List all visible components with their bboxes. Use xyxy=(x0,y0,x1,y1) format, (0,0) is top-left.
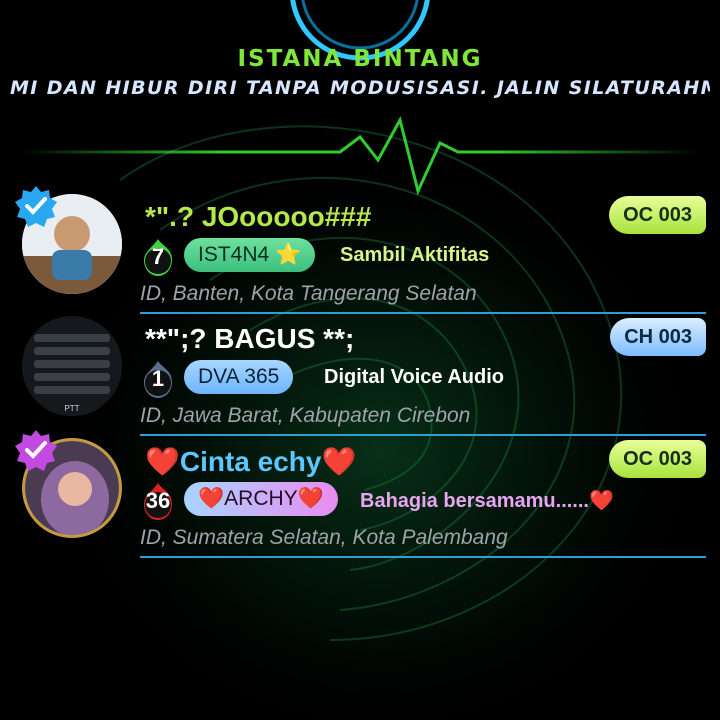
level-number: 1 xyxy=(151,366,165,391)
avatar-container[interactable] xyxy=(15,186,126,298)
verified-badge-icon xyxy=(15,430,57,471)
heartbeat-line xyxy=(20,115,700,195)
marquee-text: MI DAN HIBUR DIRI TANPA MODUSISASI. JALI… xyxy=(10,77,710,99)
avatar-image: PTT xyxy=(22,316,122,416)
page-title: ISTANA BINTANG xyxy=(237,46,483,72)
row-divider xyxy=(140,434,706,436)
user-name: **";? BAGUS **; xyxy=(145,323,355,354)
room-badge[interactable]: CH 003 xyxy=(610,318,706,356)
verified-badge-icon xyxy=(15,186,57,227)
user-motto: Bahagia bersamamu......❤️ xyxy=(360,490,614,512)
list-item[interactable]: PTT **";? BAGUS **; 1 DVA 365 Digital Vo… xyxy=(0,316,720,440)
user-motto: Sambil Aktifitas xyxy=(340,244,490,266)
user-location: ID, Banten, Kota Tangerang Selatan xyxy=(140,282,477,305)
user-location: ID, Sumatera Selatan, Kota Palembang xyxy=(140,526,508,549)
level-number: 36 xyxy=(145,488,171,513)
list-item[interactable]: *".? JOooooo### 7 IST4N4 ⭐ Sambil Aktifi… xyxy=(0,186,720,318)
user-motto: Digital Voice Audio xyxy=(324,366,505,388)
level-badge: 1 xyxy=(138,360,178,400)
level-badge: 7 xyxy=(138,238,178,278)
level-number: 7 xyxy=(151,244,165,269)
row-divider xyxy=(140,312,706,314)
avatar[interactable]: PTT xyxy=(22,316,122,416)
avatar-container[interactable]: PTT xyxy=(22,316,126,420)
group-tag[interactable]: DVA 365 xyxy=(184,360,294,394)
user-location: ID, Jawa Barat, Kabupaten Cirebon xyxy=(140,404,471,427)
list-item[interactable]: ❤️Cinta echy❤️ 36 ❤️ARCHY❤️ Bahagia bers… xyxy=(0,430,720,562)
avatar-container[interactable] xyxy=(15,430,126,542)
user-name: ❤️Cinta echy❤️ xyxy=(145,446,357,477)
group-tag[interactable]: ❤️ARCHY❤️ xyxy=(184,482,338,516)
room-badge[interactable]: OC 003 xyxy=(609,196,706,234)
level-badge: 36 xyxy=(138,482,178,522)
room-badge[interactable]: OC 003 xyxy=(609,440,706,478)
group-tag[interactable]: IST4N4 ⭐ xyxy=(184,238,316,272)
svg-text:PTT: PTT xyxy=(64,404,79,413)
user-name: *".? JOooooo### xyxy=(145,201,372,232)
row-divider xyxy=(140,556,706,558)
